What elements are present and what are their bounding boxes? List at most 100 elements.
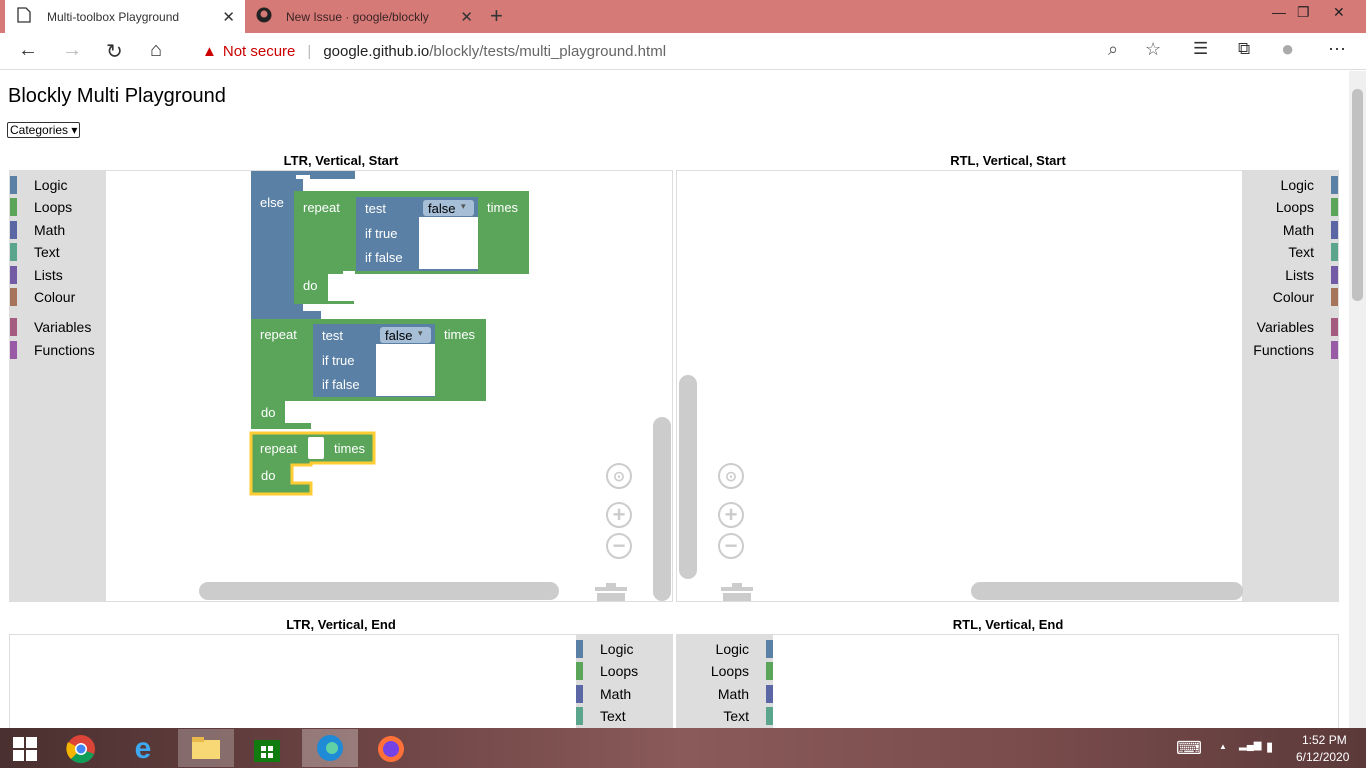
close-icon[interactable]: ✕ <box>460 8 473 26</box>
window-close-button[interactable]: ✕ <box>1333 4 1345 21</box>
category-loops[interactable]: Loops <box>576 661 672 681</box>
more-menu-icon[interactable]: ⋯ <box>1328 39 1346 60</box>
trash-icon[interactable] <box>593 581 627 602</box>
chevron-down-icon: ▾ <box>71 123 78 137</box>
windows-start-icon[interactable] <box>0 732 50 766</box>
zoom-in-icon[interactable]: + <box>718 502 744 528</box>
category-swatch <box>766 685 773 703</box>
zoom-out-icon[interactable]: − <box>718 533 744 559</box>
category-math[interactable]: Math <box>1242 220 1338 240</box>
category-swatch <box>1331 288 1338 306</box>
back-button[interactable]: ← <box>18 39 38 62</box>
favorite-star-icon[interactable]: ☆ <box>1145 39 1161 60</box>
not-secure-label[interactable]: Not secure <box>223 43 296 60</box>
new-tab-button[interactable]: + <box>490 3 503 29</box>
times-label: times <box>334 441 366 456</box>
restore-button[interactable]: ❐ <box>1297 4 1310 21</box>
address-toolbar: ← → ↻ ⌂ ▲ Not secure | google.github.io/… <box>0 33 1366 70</box>
category-functions[interactable]: Functions <box>1242 340 1338 360</box>
zoom-in-icon[interactable]: + <box>606 502 632 528</box>
workspace-rtl-start[interactable]: Logic Loops Math Text Lists Colour Varia… <box>676 170 1339 602</box>
minimize-button[interactable]: — <box>1272 4 1286 20</box>
category-swatch <box>766 662 773 680</box>
category-label: Logic <box>600 641 634 657</box>
category-swatch <box>1331 341 1338 359</box>
category-label: Logic <box>715 641 749 657</box>
workspace-ltr-start[interactable]: Logic Loops Math Text Lists Colour Varia… <box>9 170 673 602</box>
store-icon[interactable] <box>242 732 292 766</box>
url-text[interactable]: google.github.io/blockly/tests/multi_pla… <box>323 43 666 60</box>
category-swatch <box>1331 221 1338 239</box>
firefox-icon[interactable] <box>366 732 416 766</box>
category-label: Loops <box>1275 199 1314 215</box>
test-label: test <box>322 328 343 343</box>
dropdown-arrow-icon: ▾ <box>418 328 423 338</box>
category-label: Colour <box>1272 289 1314 305</box>
category-label: Logic <box>1280 177 1314 193</box>
workspace-label-ltr-end: LTR, Vertical, End <box>286 617 396 632</box>
reload-button[interactable]: ↻ <box>106 39 123 64</box>
address-bar[interactable]: ▲ Not secure | google.github.io/blockly/… <box>188 36 1178 67</box>
tab-title: Multi-toolbox Playground <box>47 9 180 24</box>
recenter-icon[interactable]: ⊙ <box>606 463 632 489</box>
category-logic[interactable]: Logic <box>1242 175 1338 195</box>
tab-multi-toolbox[interactable]: Multi-toolbox Playground ✕ <box>5 0 245 33</box>
category-colour[interactable]: Colour <box>1242 287 1338 307</box>
category-variables[interactable]: Variables <box>1242 317 1338 337</box>
clock-date[interactable]: 6/12/2020 <box>1296 750 1349 764</box>
toolbox-select[interactable]: Categories ▾ <box>7 122 81 138</box>
profile-avatar[interactable]: ● <box>1281 36 1294 62</box>
workspace-rtl-end[interactable]: Logic Loops Math Text <box>676 634 1339 728</box>
chrome-icon[interactable] <box>56 732 106 766</box>
edge-icon[interactable] <box>302 729 358 767</box>
page-icon <box>17 7 35 26</box>
internet-explorer-icon[interactable]: e <box>118 732 168 766</box>
false-value[interactable]: false <box>385 328 412 343</box>
tab-new-issue[interactable]: New Issue · google/blockly ✕ <box>248 0 483 33</box>
category-text[interactable]: Text <box>576 706 672 726</box>
network-icon[interactable]: ▂▄▆ <box>1239 740 1261 751</box>
horizontal-scrollbar[interactable] <box>199 582 559 600</box>
page-scroll-thumb[interactable] <box>1352 89 1363 301</box>
category-loops[interactable]: Loops <box>677 661 773 681</box>
github-icon <box>256 7 274 26</box>
workspace-label-rtl-end: RTL, Vertical, End <box>952 617 1064 632</box>
category-swatch <box>766 707 773 725</box>
category-text[interactable]: Text <box>677 706 773 726</box>
category-label: Variables <box>1256 319 1314 335</box>
forward-button[interactable]: → <box>62 39 82 62</box>
warning-icon: ▲ <box>202 43 217 60</box>
trash-icon[interactable] <box>719 581 753 602</box>
favorites-icon[interactable]: ☰ <box>1193 39 1208 59</box>
horizontal-scrollbar[interactable] <box>971 582 1243 600</box>
category-label: Loops <box>710 663 749 679</box>
collections-icon[interactable]: ⧉ <box>1238 39 1250 59</box>
category-math[interactable]: Math <box>677 684 773 704</box>
home-button[interactable]: ⌂ <box>150 39 162 62</box>
close-icon[interactable]: ✕ <box>222 8 235 26</box>
category-lists[interactable]: Lists <box>1242 265 1338 285</box>
zoom-out-icon[interactable]: − <box>606 533 632 559</box>
zoom-icon[interactable]: ⌕ <box>1108 39 1118 60</box>
times-label: times <box>487 200 519 215</box>
category-loops[interactable]: Loops <box>1242 197 1338 217</box>
battery-icon[interactable]: ▮ <box>1266 739 1273 755</box>
browser-titlebar: Multi-toolbox Playground ✕ New Issue · g… <box>0 0 1366 33</box>
vertical-scrollbar[interactable] <box>653 417 671 601</box>
vertical-scrollbar[interactable] <box>679 375 697 579</box>
category-label: Math <box>1282 222 1314 238</box>
category-logic[interactable]: Logic <box>677 639 773 659</box>
clock-time[interactable]: 1:52 PM <box>1302 733 1347 747</box>
recenter-icon[interactable]: ⊙ <box>718 463 744 489</box>
category-text[interactable]: Text <box>1242 242 1338 262</box>
keyboard-icon[interactable]: ⌨ <box>1176 738 1202 759</box>
false-value[interactable]: false <box>428 201 455 216</box>
file-explorer-icon[interactable] <box>178 729 234 767</box>
repeat-block-nested-stack <box>328 274 354 298</box>
category-math[interactable]: Math <box>576 684 672 704</box>
toolbox-ltr-end: Logic Loops Math Text <box>576 635 672 728</box>
category-logic[interactable]: Logic <box>576 639 672 659</box>
page-vertical-scrollbar[interactable] <box>1349 71 1366 728</box>
tray-expand-icon[interactable]: ▲ <box>1219 742 1227 751</box>
workspace-ltr-end[interactable]: Logic Loops Math Text <box>9 634 673 728</box>
